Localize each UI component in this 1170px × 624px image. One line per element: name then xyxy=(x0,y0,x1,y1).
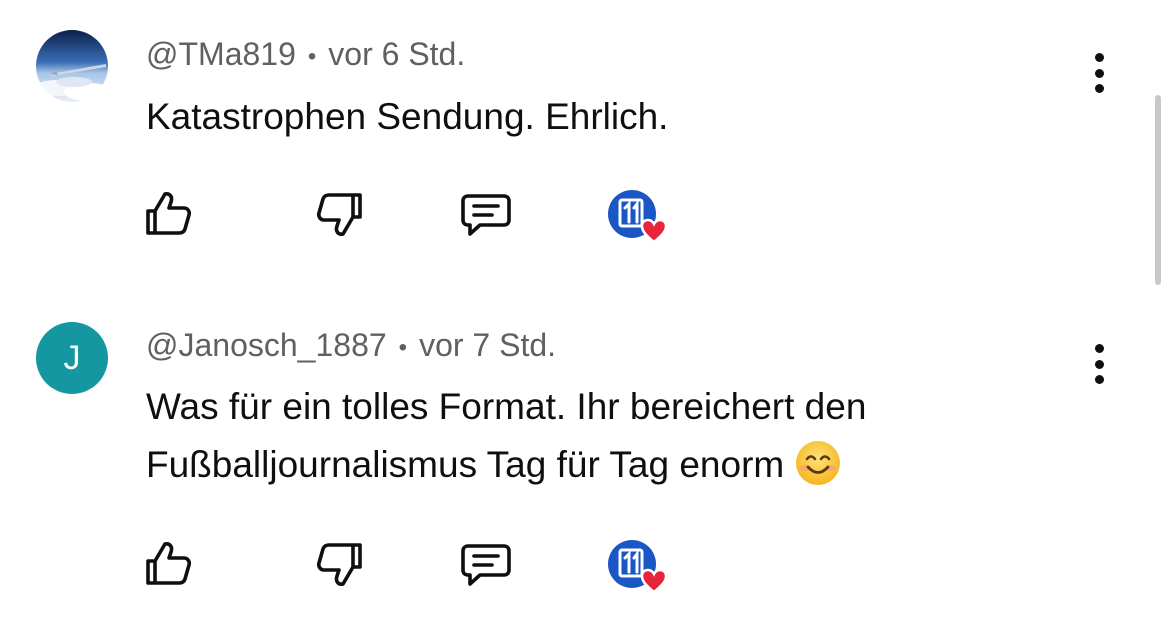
comment-actions xyxy=(0,536,800,596)
avatar[interactable]: J xyxy=(36,322,108,394)
reply-button[interactable] xyxy=(458,536,514,592)
like-icon xyxy=(146,192,192,235)
comment-text-line: Katastrophen Sendung. Ehrlich. xyxy=(146,96,669,137)
like-icon xyxy=(146,542,192,585)
comment-actions xyxy=(0,186,800,246)
comment-text-line: Fußballjournalismus Tag für Tag enorm xyxy=(146,436,866,494)
reply-icon xyxy=(461,194,511,236)
reply-button[interactable] xyxy=(458,186,514,242)
like-button[interactable] xyxy=(140,186,196,242)
comment-text-line: Was für ein tolles Format. Ihr bereicher… xyxy=(146,386,867,427)
more-dot-icon xyxy=(1094,344,1104,353)
comment-text: Katastrophen Sendung. Ehrlich. xyxy=(146,88,668,146)
scrollbar[interactable] xyxy=(1155,95,1161,285)
creator-heart-button[interactable] xyxy=(606,536,672,598)
airplane-wing-photo-icon xyxy=(36,30,108,102)
avatar[interactable] xyxy=(36,30,108,102)
dislike-icon xyxy=(316,543,362,586)
more-dot-icon xyxy=(1094,84,1104,93)
smiling-face-emoji-icon xyxy=(794,439,842,487)
like-button[interactable] xyxy=(140,536,196,592)
more-dot-icon xyxy=(1094,359,1104,369)
dislike-icon xyxy=(316,193,362,236)
comment-text: Was für ein tolles Format. Ihr bereicher… xyxy=(146,378,866,494)
dislike-button[interactable] xyxy=(312,186,368,242)
creator-heart-icon xyxy=(608,190,668,244)
comment-meta: @Janosch_1887 • vor 7 Std. xyxy=(146,327,556,364)
more-options-button[interactable] xyxy=(1086,338,1112,390)
more-dot-icon xyxy=(1094,375,1104,384)
reply-icon xyxy=(461,544,511,586)
comment-timestamp: vor 6 Std. xyxy=(328,36,466,72)
comment-timestamp: vor 7 Std. xyxy=(419,327,557,363)
comment-author-handle[interactable]: @TMa819 xyxy=(146,36,296,72)
meta-separator: • xyxy=(307,42,317,70)
more-dot-icon xyxy=(1094,53,1104,62)
comment-author-handle[interactable]: @Janosch_1887 xyxy=(146,327,387,363)
more-dot-icon xyxy=(1094,68,1104,78)
creator-heart-button[interactable] xyxy=(606,186,672,248)
creator-heart-icon xyxy=(608,540,668,594)
meta-separator: • xyxy=(398,333,408,361)
avatar-letter: J xyxy=(63,338,81,377)
dislike-button[interactable] xyxy=(312,536,368,592)
comment-meta: @TMa819 • vor 6 Std. xyxy=(146,36,465,73)
more-options-button[interactable] xyxy=(1086,47,1112,99)
